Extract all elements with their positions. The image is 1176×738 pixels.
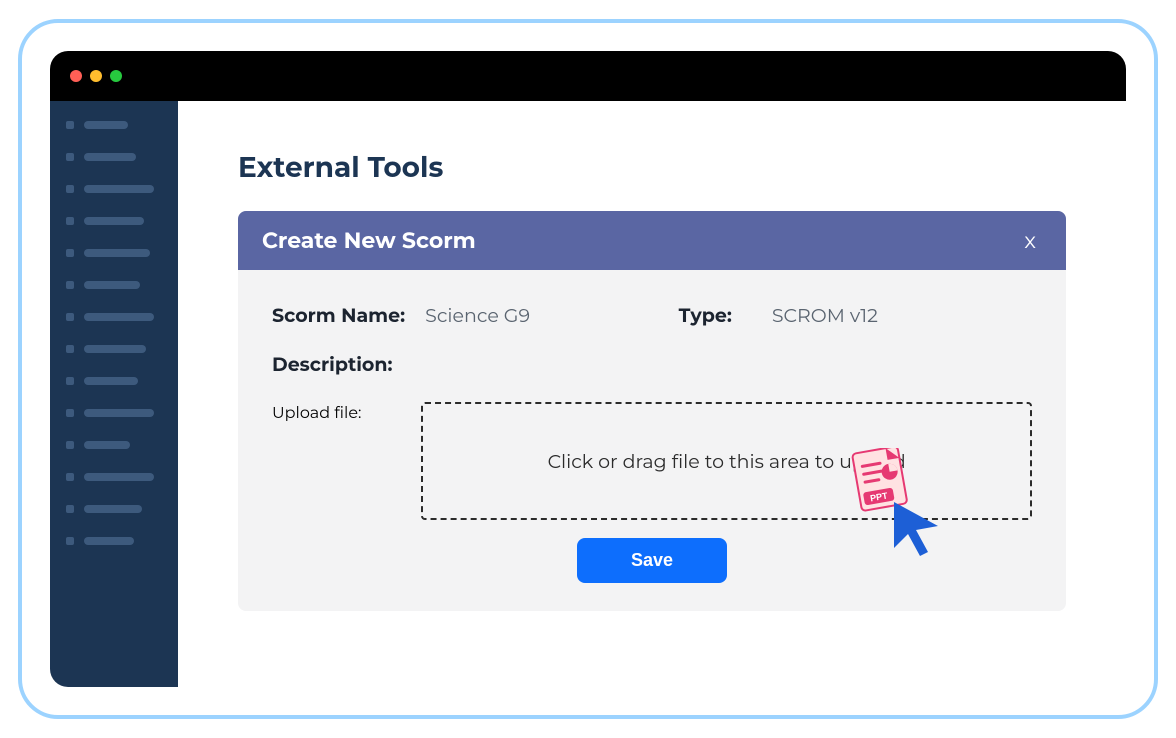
create-scorm-modal: Create New Scorm x Scorm Name: Science G… (238, 211, 1066, 611)
close-icon[interactable]: x (1018, 227, 1042, 254)
window-body: External Tools Create New Scorm x Scorm … (50, 101, 1126, 687)
sidebar-item[interactable] (66, 153, 162, 161)
window-minimize-dot[interactable] (90, 70, 102, 82)
page-title: External Tools (238, 151, 1066, 185)
sidebar-item[interactable] (66, 185, 162, 193)
sidebar-item[interactable] (66, 249, 162, 257)
sidebar-item[interactable] (66, 281, 162, 289)
device-frame: External Tools Create New Scorm x Scorm … (18, 19, 1158, 719)
dropzone-text: Click or drag file to this area to uploa… (548, 450, 906, 473)
save-button[interactable]: Save (577, 538, 727, 583)
modal-header: Create New Scorm x (238, 211, 1066, 270)
upload-file-label: Upload file: (272, 402, 361, 423)
scorm-name-value[interactable]: Science G9 (425, 304, 530, 327)
svg-text:PPT: PPT (869, 490, 888, 503)
sidebar-item[interactable] (66, 121, 162, 129)
sidebar-item[interactable] (66, 441, 162, 449)
sidebar-item[interactable] (66, 537, 162, 545)
modal-title: Create New Scorm (262, 227, 476, 254)
sidebar-item[interactable] (66, 473, 162, 481)
sidebar-item[interactable] (66, 409, 162, 417)
scorm-name-label: Scorm Name: (272, 304, 405, 327)
modal-body: Scorm Name: Science G9 Type: SCROM v12 D… (238, 270, 1066, 611)
sidebar-item[interactable] (66, 505, 162, 513)
sidebar-item[interactable] (66, 377, 162, 385)
sidebar-item[interactable] (66, 345, 162, 353)
window-close-dot[interactable] (70, 70, 82, 82)
sidebar (50, 101, 178, 687)
type-value[interactable]: SCROM v12 (772, 304, 878, 327)
window-titlebar (50, 51, 1126, 101)
sidebar-item[interactable] (66, 313, 162, 321)
sidebar-item[interactable] (66, 217, 162, 225)
main-content: External Tools Create New Scorm x Scorm … (178, 101, 1126, 687)
upload-dropzone[interactable]: Click or drag file to this area to uploa… (421, 402, 1032, 520)
description-label: Description: (272, 353, 393, 376)
type-label: Type: (679, 304, 732, 327)
window-maximize-dot[interactable] (110, 70, 122, 82)
app-window: External Tools Create New Scorm x Scorm … (50, 51, 1126, 687)
